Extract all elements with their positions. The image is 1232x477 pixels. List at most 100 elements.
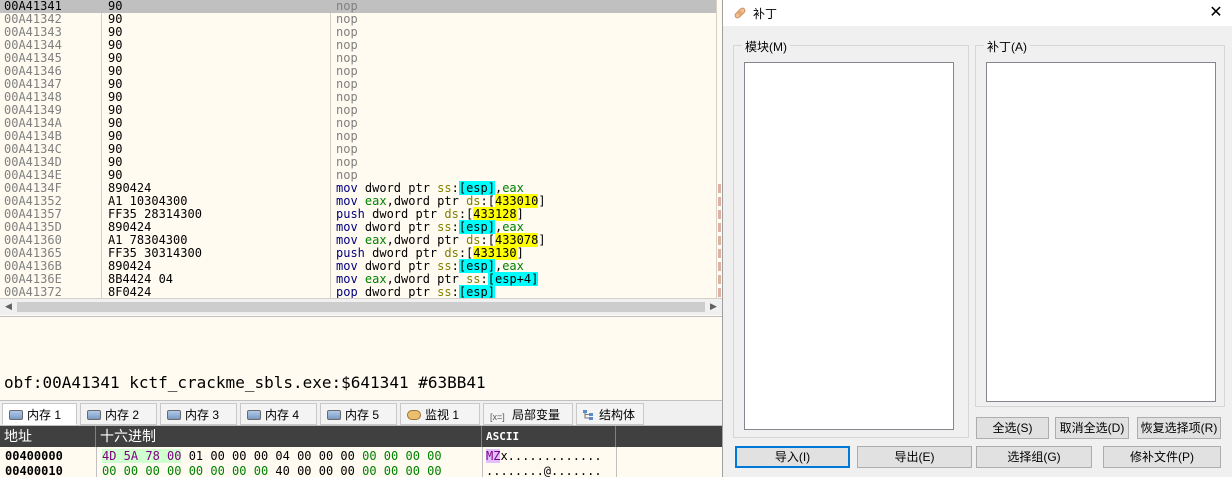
trace-marker xyxy=(718,223,721,232)
instruction-token: nop xyxy=(336,155,358,169)
scroll-left-icon[interactable]: ◀ xyxy=(0,299,17,315)
instruction-token: ds xyxy=(444,207,459,221)
instruction-token: nop xyxy=(336,168,358,182)
instruction-token: : xyxy=(451,220,459,234)
disasm-row[interactable]: 00A41372 8F0424 pop dword ptr ss:[esp] xyxy=(0,285,721,299)
instruction-token: dword ptr xyxy=(364,181,438,195)
dump-ascii: MZx............. xyxy=(486,449,602,464)
column-separator xyxy=(482,447,483,477)
instruction-token: ] xyxy=(538,194,546,208)
dump-tab[interactable]: 内存 2 xyxy=(80,403,157,425)
locals-icon: [x=] xyxy=(490,412,505,422)
disassembly-view[interactable]: 00A41341 90 nop 00A41342 90 nop 00A41343 90 nop 0… xyxy=(0,0,722,298)
dump-tab[interactable]: 监视 1 xyxy=(400,403,480,425)
instruction-token: ss xyxy=(437,259,452,273)
ascii-column-header[interactable]: ASCII xyxy=(482,426,616,447)
import-button[interactable]: 导入(I) xyxy=(735,446,850,468)
info-panel: obf:00A41341 kctf_crackme_sbls.exe:$6413… xyxy=(0,316,722,398)
instruction-text: pop dword ptr ss:[esp] xyxy=(336,285,495,299)
restore-selection-button[interactable]: 恢复选择项(R) xyxy=(1137,417,1221,439)
instruction-token: 433128 xyxy=(473,207,517,221)
tab-label: 内存 5 xyxy=(345,408,380,422)
memory-dump[interactable]: 地址 十六进制 ASCII 00400000 4D 5A 78 00 01 00 … xyxy=(0,426,722,477)
export-button[interactable]: 导出(E) xyxy=(857,446,972,468)
trace-marker xyxy=(718,262,721,271)
instruction-token: :[ xyxy=(480,233,495,247)
instruction-token: eax xyxy=(502,259,524,273)
patch-file-button[interactable]: 修补文件(P) xyxy=(1103,446,1221,468)
instruction-token: 433078 xyxy=(494,233,539,247)
tab-label: 内存 1 xyxy=(27,408,62,422)
instruction-token: mov xyxy=(336,259,365,273)
struct-icon xyxy=(583,405,595,420)
byte-group: 40 00 00 00 xyxy=(268,464,355,477)
instruction-token: :[ xyxy=(480,194,495,208)
dump-address: 00400000 xyxy=(5,449,63,463)
instruction-token: mov xyxy=(336,220,365,234)
select-group-button[interactable]: 选择组(G) xyxy=(976,446,1092,468)
modules-group: 模块(M) xyxy=(733,38,969,438)
instruction-token: : xyxy=(451,181,459,195)
trace-marker xyxy=(718,275,721,284)
trace-marker xyxy=(718,288,721,297)
instruction-token: : xyxy=(451,285,459,299)
instruction-token: [esp] xyxy=(458,285,495,298)
dump-tab[interactable]: 结构体 xyxy=(576,403,644,425)
instruction-token: dword ptr xyxy=(372,246,445,260)
column-separator xyxy=(616,447,617,477)
dump-tab[interactable]: [x=] 局部变量 xyxy=(483,403,573,425)
dump-bytes: 00 00 00 00 00 00 00 00 40 00 00 00 00 0… xyxy=(102,464,442,477)
patches-list[interactable] xyxy=(986,62,1216,402)
dialog-titlebar[interactable]: 补丁 ✕ xyxy=(723,0,1232,26)
instruction-token: dword ptr xyxy=(364,285,438,299)
memory-icon xyxy=(167,410,181,420)
instruction-token: eax xyxy=(364,272,387,286)
column-separator xyxy=(716,0,717,298)
dump-tab[interactable]: 内存 3 xyxy=(160,403,237,425)
instruction-token: mov xyxy=(336,194,365,208)
instruction-token: nop xyxy=(336,12,358,26)
dump-tab[interactable]: 内存 1 xyxy=(2,403,77,425)
byte-group: 04 00 00 00 xyxy=(268,449,355,463)
trace-marker xyxy=(718,210,721,219)
ascii-chunk: ........@....... xyxy=(486,464,602,477)
dump-tab[interactable]: 内存 5 xyxy=(320,403,397,425)
patches-label: 补丁(A) xyxy=(984,38,1030,55)
modules-list[interactable] xyxy=(744,62,954,430)
horizontal-scrollbar[interactable]: ◀ ▶ xyxy=(0,298,722,315)
instruction-token: : xyxy=(480,272,488,286)
instruction-token: nop xyxy=(336,64,358,78)
instruction-token: ds xyxy=(466,233,481,247)
trace-marker xyxy=(718,197,721,206)
instruction-token: nop xyxy=(336,103,358,117)
deselect-all-button[interactable]: 取消全选(D) xyxy=(1055,417,1129,439)
tab-label: 监视 1 xyxy=(425,408,460,422)
instruction-token: 433010 xyxy=(494,194,539,208)
instruction-token: [esp+4] xyxy=(487,272,539,286)
memory-icon xyxy=(247,410,261,420)
scrollbar-thumb[interactable] xyxy=(17,302,705,312)
bandage-icon xyxy=(734,7,746,19)
instruction-token: [esp] xyxy=(458,259,495,273)
ascii-chunk: MZ xyxy=(486,449,501,463)
tab-label: 结构体 xyxy=(599,408,636,422)
address-column-header[interactable]: 地址 xyxy=(0,426,96,447)
dump-tab-bar: 内存 1 内存 2 内存 3 内存 4 内存 5 监视 1 [x=] 局部变量 结构体 xyxy=(0,400,722,426)
address-info-line: obf:00A41341 kctf_crackme_sbls.exe:$6413… xyxy=(4,373,486,392)
instruction-token: push xyxy=(336,207,373,221)
select-all-button[interactable]: 全选(S) xyxy=(976,417,1049,439)
modules-label: 模块(M) xyxy=(742,38,790,55)
hex-column-header[interactable]: 十六进制 xyxy=(96,426,482,447)
close-icon[interactable]: ✕ xyxy=(1199,0,1232,26)
instruction-token: ,dword ptr xyxy=(386,233,467,247)
instruction-token: ss xyxy=(437,220,452,234)
instruction-bytes: 8F0424 xyxy=(108,285,152,299)
instruction-token: [esp] xyxy=(458,181,495,195)
scroll-right-icon[interactable]: ▶ xyxy=(705,299,722,315)
trace-marker xyxy=(718,249,721,258)
dump-tab[interactable]: 内存 4 xyxy=(240,403,317,425)
byte-group: 00 00 00 00 xyxy=(102,464,182,477)
dump-bytes: 4D 5A 78 00 01 00 00 00 04 00 00 00 00 0… xyxy=(102,449,442,464)
instruction-token: dword ptr xyxy=(364,259,438,273)
instruction-address: 00A41372 xyxy=(4,285,62,299)
